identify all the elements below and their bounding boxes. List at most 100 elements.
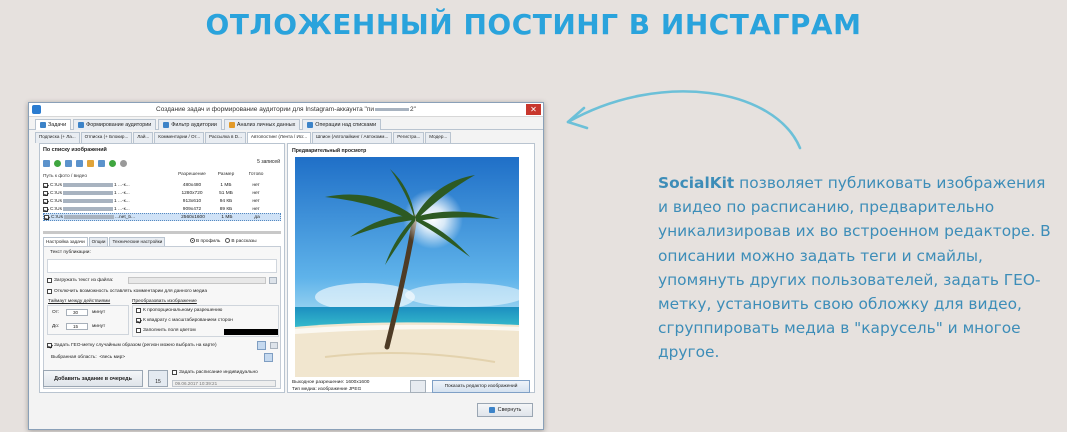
main-tabs: Задачи Формирование аудитории Фильтр ауд… [29,117,543,130]
radio-profile[interactable]: В профиль [190,238,220,244]
media-table: C:\Us 1 ...-к... 480x480 1 МБ нет C:\Us 1 ..… [43,181,281,221]
timeout-to-spinner[interactable]: 15 [66,323,88,330]
row-checkbox[interactable] [43,190,48,196]
tab-task-settings[interactable]: Настройка задачи [43,237,88,246]
app-window: Создание задач и формирование аудитории … [28,102,544,430]
film-icon[interactable] [410,380,426,393]
analysis-icon [228,122,235,128]
subtab-register[interactable]: Регистра... [393,132,425,143]
timeout-group [47,305,129,335]
tab-options[interactable]: Опции [88,237,109,246]
tasks-icon [40,122,46,128]
audience-icon [78,122,85,128]
row-checkbox[interactable] [43,182,48,188]
column-size[interactable]: Размер [211,172,241,180]
table-row[interactable]: C:\Us 1 ...-к... 909x472 89 КБ нет [43,205,281,213]
row-checkbox[interactable] [44,214,49,220]
add-icon[interactable] [54,159,61,167]
table-row[interactable]: C:\Us 1 ...-к... 480x480 1 МБ нет [43,181,281,189]
disable-comments-option[interactable]: Отключить возможность оставлять коммента… [47,289,207,294]
media-list-panel: По списку изображений 5 записей Путь к ф… [39,143,285,393]
subtab-unfollow[interactable]: Отписка (+ Блокир... [80,132,133,143]
subtab-comments[interactable]: Комментарии / От... [154,132,205,143]
column-resolution[interactable]: Разрешение [173,172,211,180]
subtab-spy[interactable]: Шпион (Автолайкинг / Автокомм... [312,132,393,143]
table-header: Путь к фото / видео Разрешение Размер Го… [43,172,281,180]
region-label: Выбранная область: <весь мир> [51,355,126,360]
delete-icon[interactable] [98,159,105,167]
minutes-label: минут [92,310,106,315]
row-checkbox[interactable] [43,206,48,212]
individual-schedule-option[interactable]: Задать расписание индивидуально [172,370,258,375]
table-row[interactable]: C:\Us 1 ...-к... 913x610 94 КБ нет [43,197,281,205]
description-text: позволяет публиковать изображения и виде… [658,174,1051,362]
timeout-to-label: До: [52,324,60,329]
transform-label: Преобразовать изображение [132,299,197,304]
title-bar: Создание задач и формирование аудитории … [29,103,543,117]
output-resolution: Выходное разрешение: 1600x1600 [292,380,370,385]
add-to-queue-button[interactable]: Добавить задание в очередь [43,370,143,387]
task-settings-box: Текст публикации: Загружать текст из фай… [43,246,281,389]
settings-icon[interactable] [87,159,94,167]
calendar-button[interactable]: 15 [148,370,168,387]
folder-icon[interactable] [43,159,50,167]
media-type: Тип медиа: изображение JPEG [292,387,362,392]
geo-dropdown-button[interactable] [270,342,278,349]
subtab-moderation[interactable]: Модер... [425,132,452,143]
pub-text-input[interactable] [47,259,277,273]
clear-region-button[interactable] [264,353,273,362]
start-icon[interactable] [109,159,116,167]
tab-lists[interactable]: Операции над списками [302,119,382,130]
subtab-direct[interactable]: Рассылка в D... [205,132,246,143]
row-checkbox[interactable] [43,198,48,204]
settings-tabs: Настройка задачи Опции Технические настр… [43,237,166,246]
brand-name: SocialKit [658,174,735,192]
fill-color-option[interactable]: Заполнить поля цветом [136,328,196,333]
radio-stories[interactable]: В рассказы [225,238,257,244]
list-toolbar [43,157,281,169]
subtab-follow[interactable]: Подписка (+ Ла... [35,132,80,143]
tab-tasks[interactable]: Задачи [35,119,72,130]
column-path[interactable]: Путь к фото / видео [43,172,173,180]
column-ready[interactable]: Готово [241,172,271,180]
tab-filter[interactable]: Фильтр аудитории [158,119,222,130]
tab-audience[interactable]: Формирование аудитории [73,119,157,130]
table-row-selected[interactable]: C:\Us ...net_b... 2560x1600 1 МБ да [43,213,281,221]
target-radio-group: В профиль В рассказы [190,238,257,244]
browse-file-button[interactable] [269,277,277,284]
fill-color-swatch[interactable] [224,329,278,335]
subtab-likes[interactable]: Лай... [133,132,154,143]
sub-tabs: Подписка (+ Ла... Отписка (+ Блокир... Л… [35,132,537,143]
page-headline: ОТЛОЖЕННЫЙ ПОСТИНГ В ИНСТАГРАМ [205,8,862,41]
list-header: По списку изображений [43,147,107,153]
square-option[interactable]: К квадрату с масштабированием сторон [136,318,233,323]
feature-description: SocialKit позволяет публиковать изображе… [658,171,1058,365]
window-title: Создание задач и формирование аудитории … [156,106,416,113]
text-file-input[interactable] [128,277,266,284]
filter-icon [163,122,170,128]
timeout-from-spinner[interactable]: 30 [66,309,88,316]
panel-splitter[interactable] [43,231,281,234]
geo-option[interactable]: Задать ГЕО-метку случайным образом (реги… [47,343,217,348]
subtab-autoposting[interactable]: Автопостинг (Лента / Исг... [246,132,312,143]
preview-panel: Предварительный просмотр Выходное разреш… [287,143,535,393]
open-icon[interactable] [65,159,72,167]
tab-analysis[interactable]: Анализ личных данных [223,119,301,130]
proportional-option[interactable]: К пропорциональному разрешению [136,308,222,313]
minutes-label: минут [92,324,106,329]
geo-map-button[interactable] [257,341,266,350]
minimize-button[interactable]: Свернуть [477,403,533,417]
timeout-label: Таймаут между действиями [48,299,111,304]
schedule-date-input[interactable]: 09.06.2017 10:39:21 [172,380,276,387]
close-button[interactable]: ✕ [526,104,541,115]
stop-icon[interactable] [120,159,127,167]
show-editor-button[interactable]: Показать редактор изображений [432,380,530,393]
timeout-from-label: От: [52,310,60,315]
tab-technical[interactable]: Технические настройки [109,237,166,246]
minimize-icon [488,407,495,413]
preview-header: Предварительный просмотр [292,148,367,154]
beach-palm-preview-image [295,157,519,377]
save-icon[interactable] [76,159,83,167]
load-text-option[interactable]: Загружать текст из файла: [47,278,113,283]
table-row[interactable]: C:\Us 1 ...-к... 1280x720 51 МБ нет [43,189,281,197]
